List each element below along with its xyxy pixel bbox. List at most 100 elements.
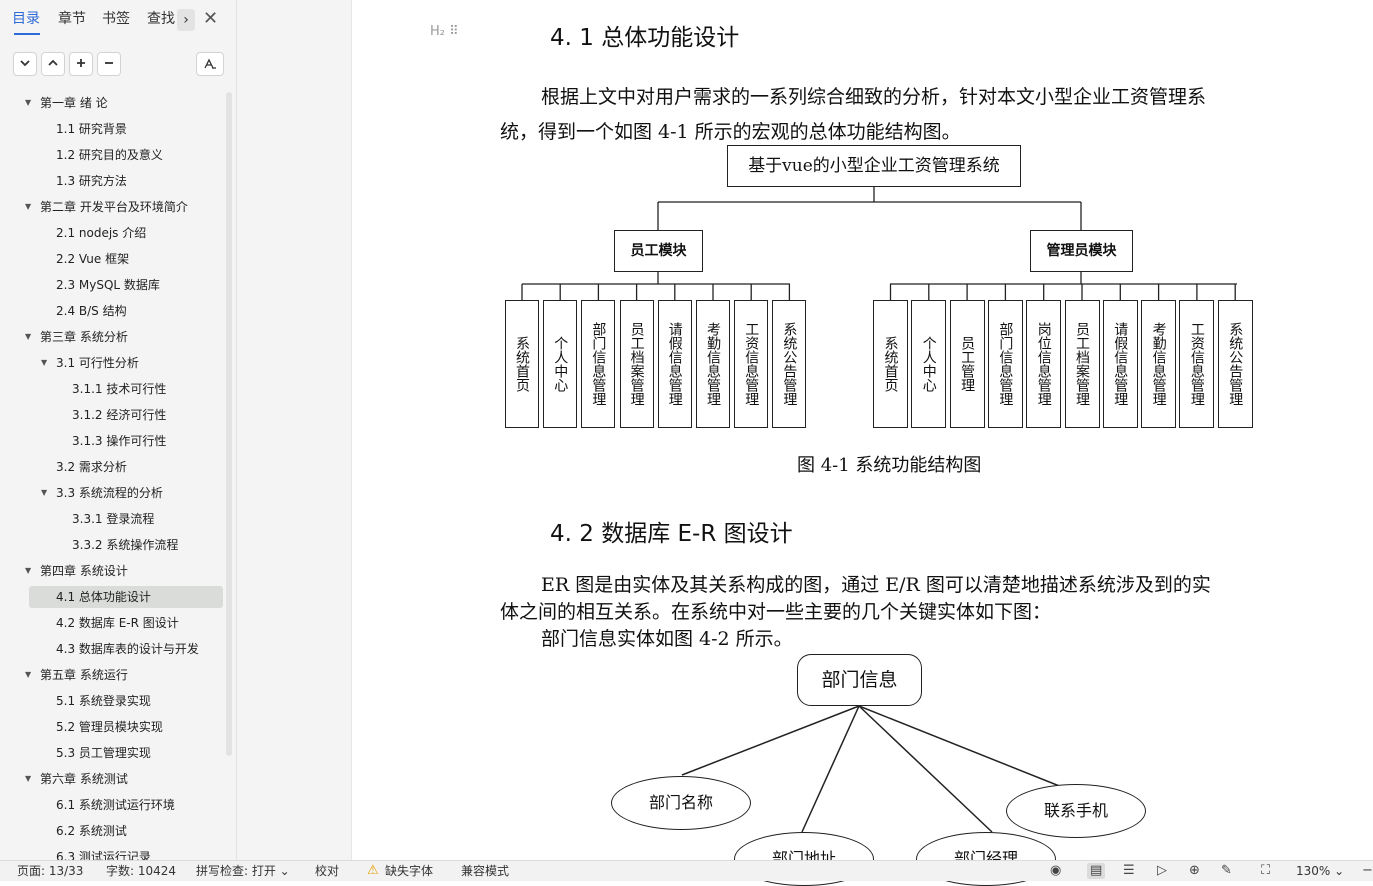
- expand-arrow-icon[interactable]: ▼: [25, 196, 31, 218]
- toc-item[interactable]: 1.1 研究背景: [56, 118, 127, 140]
- tab-toc[interactable]: 目录: [12, 8, 40, 28]
- diagram-function-label: 部门信息管理: [590, 322, 607, 406]
- toc-item[interactable]: 3.1.2 经济可行性: [72, 404, 166, 426]
- expand-arrow-icon[interactable]: ▼: [41, 482, 47, 504]
- toc-item[interactable]: 第一章 绪 论: [40, 92, 108, 114]
- expand-arrow-icon[interactable]: ▼: [41, 352, 47, 374]
- expand-arrow-icon[interactable]: ▼: [25, 664, 31, 686]
- diagram-function-label: 请假信息管理: [666, 322, 683, 406]
- word-count[interactable]: 字数: 10424: [106, 863, 176, 879]
- expand-arrow-icon[interactable]: ▼: [25, 768, 31, 790]
- er-attribute: 部门名称: [611, 776, 751, 830]
- diagram-function-label: 考勤信息管理: [705, 322, 721, 406]
- diagram-function-node: 个人中心: [543, 300, 578, 428]
- expand-arrow-icon[interactable]: ▼: [25, 92, 31, 114]
- chevron-right-icon[interactable]: ›: [177, 9, 195, 31]
- diagram-function-node: 系统公告管理: [772, 300, 807, 428]
- toc-item[interactable]: 6.2 系统测试: [56, 820, 127, 842]
- toc-item[interactable]: 第四章 系统设计: [40, 560, 128, 582]
- toc-item[interactable]: 3.1 可行性分析: [56, 352, 139, 374]
- status-bar: 页面: 13/33 字数: 10424 拼写检查: 打开 ⌄ 校对 ⚠ 缺失字体…: [0, 860, 1373, 881]
- active-tab-indicator: [14, 33, 40, 35]
- toc-item[interactable]: 2.2 Vue 框架: [56, 248, 129, 270]
- diagram-function-node: 个人中心: [911, 300, 947, 428]
- er-attribute: 联系手机: [1006, 784, 1146, 838]
- diagram-root-node: 基于vue的小型企业工资管理系统: [727, 145, 1021, 187]
- eye-icon[interactable]: ◉: [1050, 863, 1061, 879]
- toc-item[interactable]: 第三章 系统分析: [40, 326, 128, 348]
- diagram-function-label: 系统首页: [882, 336, 899, 392]
- toc-item[interactable]: 4.3 数据库表的设计与开发: [56, 638, 199, 660]
- toc-item[interactable]: 1.3 研究方法: [56, 170, 127, 192]
- toc-item[interactable]: 3.1.3 操作可行性: [72, 430, 166, 452]
- diagram-function-node: 员工档案管理: [619, 300, 654, 428]
- toc-item[interactable]: 5.3 员工管理实现: [56, 742, 151, 764]
- diagram-function-node: 系统首页: [505, 300, 539, 428]
- scrollbar-track[interactable]: [226, 92, 232, 756]
- expand-arrow-icon[interactable]: ▼: [25, 560, 31, 582]
- section-title-4-2: 4. 2 数据库 E-R 图设计: [550, 521, 793, 547]
- diagram-function-node: 员工档案管理: [1064, 300, 1100, 428]
- toc-item[interactable]: 3.3.1 登录流程: [72, 508, 154, 530]
- chevron-down-icon: [20, 60, 30, 67]
- diagram-function-label: 请假信息管理: [1112, 322, 1129, 406]
- compat-mode-label: 兼容模式: [461, 864, 510, 878]
- play-icon[interactable]: ▷: [1157, 863, 1167, 879]
- diagram-function-node: 工资信息管理: [734, 300, 769, 428]
- page-indicator[interactable]: 页面: 13/33: [17, 863, 83, 879]
- tab-find[interactable]: 查找: [147, 8, 175, 28]
- diagram-function-label: 工资信息管理: [1188, 322, 1205, 406]
- diagram-function-node: 系统首页: [873, 300, 908, 428]
- toc-item[interactable]: 3.3.2 系统操作流程: [72, 534, 178, 556]
- proofread-button[interactable]: 校对: [315, 863, 339, 879]
- toc-item[interactable]: 5.1 系统登录实现: [56, 690, 151, 712]
- toc-style-button[interactable]: [196, 52, 224, 76]
- pen-icon[interactable]: ✎: [1221, 863, 1232, 879]
- zoom-level[interactable]: 130% ⌄: [1296, 863, 1344, 879]
- toc-item[interactable]: 2.1 nodejs 介绍: [56, 222, 146, 244]
- tab-chapters[interactable]: 章节: [58, 8, 86, 28]
- diagram-function-label: 工资信息管理: [743, 322, 760, 406]
- diagram-function-node: 系统公告管理: [1217, 300, 1253, 428]
- paragraph-line: 体之间的相互关系。在系统中对一些主要的几个关键实体如下图：: [500, 601, 1052, 623]
- diagram-function-node: 员工管理: [949, 300, 985, 428]
- expand-all-button[interactable]: [69, 52, 93, 76]
- warning-icon: ⚠: [367, 863, 379, 878]
- toc-item[interactable]: 5.2 管理员模块实现: [56, 716, 163, 738]
- diagram-function-label: 岗位信息管理: [1035, 322, 1052, 406]
- toc-item[interactable]: 3.1.1 技术可行性: [72, 378, 166, 400]
- plus-icon: [77, 59, 85, 67]
- missing-font-button[interactable]: 缺失字体: [385, 863, 433, 879]
- tab-bookmarks[interactable]: 书签: [102, 8, 130, 28]
- toc-item[interactable]: 4.2 数据库 E-R 图设计: [56, 612, 179, 634]
- collapse-up-button[interactable]: [41, 52, 65, 76]
- diagram-function-label: 员工管理: [959, 336, 976, 392]
- fit-page-icon[interactable]: ⛶: [1261, 863, 1270, 879]
- spellcheck-toggle[interactable]: 拼写检查: 打开 ⌄: [196, 863, 290, 879]
- diagram-function-node: 考勤信息管理: [696, 300, 730, 428]
- toc-item[interactable]: 2.4 B/S 结构: [56, 300, 127, 322]
- diagram-function-label: 员工档案管理: [1074, 322, 1090, 406]
- close-icon[interactable]: ✕: [203, 8, 218, 29]
- collapse-down-button[interactable]: [13, 52, 37, 76]
- document-page: H₂ ⠿ 4. 1 总体功能设计 根据上文中对用户需求的一系列综合细致的分析，针…: [352, 0, 1373, 886]
- toc-item[interactable]: 2.3 MySQL 数据库: [56, 274, 160, 296]
- toc-item[interactable]: 4.1 总体功能设计: [56, 586, 151, 608]
- page-gutter: [237, 0, 352, 860]
- toc-item[interactable]: 3.2 需求分析: [56, 456, 127, 478]
- zoom-out-icon[interactable]: −: [1362, 863, 1373, 879]
- toc-item[interactable]: 第六章 系统测试: [40, 768, 128, 790]
- globe-icon[interactable]: ⊕: [1189, 863, 1200, 879]
- diagram-function-node: 岗位信息管理: [1026, 300, 1062, 428]
- collapse-all-button[interactable]: [97, 52, 121, 76]
- diagram-function-label: 员工档案管理: [628, 322, 645, 406]
- page-view-icon[interactable]: ▤: [1087, 863, 1106, 879]
- expand-arrow-icon[interactable]: ▼: [25, 326, 31, 348]
- toc-item[interactable]: 第五章 系统运行: [40, 664, 128, 686]
- toc-item[interactable]: 第二章 开发平台及环境简介: [40, 196, 188, 218]
- outline-view-icon[interactable]: ☰: [1123, 863, 1135, 879]
- diagram-function-node: 请假信息管理: [1102, 300, 1138, 428]
- toc-item[interactable]: 1.2 研究目的及意义: [56, 144, 163, 166]
- toc-item[interactable]: 6.1 系统测试运行环境: [56, 794, 175, 816]
- toc-item[interactable]: 3.3 系统流程的分析: [56, 482, 163, 504]
